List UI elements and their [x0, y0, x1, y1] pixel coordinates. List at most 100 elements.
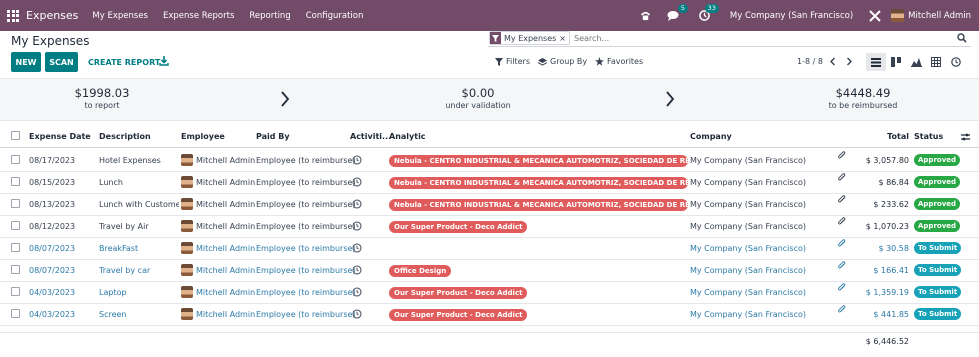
chevron-left-icon[interactable]: [829, 57, 837, 66]
chevron-right-icon[interactable]: [845, 57, 853, 66]
clock-icon[interactable]: 33: [699, 4, 719, 21]
row-checkbox[interactable]: [11, 309, 20, 318]
status-badge: Approved: [914, 154, 961, 166]
kanban-view-icon[interactable]: [886, 53, 906, 71]
cell-expense-date: 04/03/2023: [29, 288, 76, 297]
menu-reporting[interactable]: Reporting: [249, 11, 290, 21]
cell-paid-by: Employee (to reimburse): [256, 178, 356, 187]
activity-clock-icon[interactable]: [352, 309, 362, 319]
grand-total: $ 6,446.52: [865, 337, 909, 346]
activity-clock-icon[interactable]: [352, 177, 362, 187]
cell-expense-date: 08/15/2023: [29, 178, 76, 187]
chat-icon[interactable]: 5: [667, 4, 688, 21]
to-be-reimbursed-summary[interactable]: $4448.49 to be reimbursed: [808, 86, 918, 110]
activity-view-icon[interactable]: [946, 53, 966, 71]
table-row[interactable]: 08/07/2023 Travel by car Mitchell Admin Emp…: [0, 260, 979, 282]
menu-configuration[interactable]: Configuration: [306, 11, 364, 21]
new-button[interactable]: NEW: [11, 52, 41, 72]
filters-dropdown[interactable]: Filters: [495, 57, 530, 66]
scan-button[interactable]: SCAN: [45, 52, 78, 72]
menu-expense-reports[interactable]: Expense Reports: [163, 11, 234, 21]
group-by-label: Group By: [550, 57, 588, 66]
header-paid-by[interactable]: Paid By: [256, 132, 290, 141]
graph-view-icon[interactable]: [906, 53, 926, 71]
paperclip-icon[interactable]: [838, 239, 846, 248]
activity-clock-icon[interactable]: [352, 221, 362, 231]
paperclip-icon[interactable]: [838, 151, 846, 160]
search-icon[interactable]: [957, 33, 967, 45]
header-activities[interactable]: Activiti...: [350, 132, 391, 141]
cell-expense-date: 08/12/2023: [29, 222, 76, 231]
paperclip-icon[interactable]: [838, 195, 846, 204]
paperclip-icon[interactable]: [838, 283, 846, 292]
table-row[interactable]: 08/12/2023 Travel by Air Mitchell Admin Emp…: [0, 216, 979, 238]
user-menu[interactable]: Mitchell Admin: [908, 11, 971, 21]
paperclip-icon[interactable]: [838, 305, 846, 314]
paperclip-icon[interactable]: [838, 173, 846, 182]
cell-employee: Mitchell Admin: [196, 178, 256, 187]
facet-remove-button[interactable]: ×: [559, 34, 569, 43]
activity-clock-icon[interactable]: [352, 265, 362, 275]
apps-grid-icon[interactable]: [7, 9, 19, 22]
header-total[interactable]: Total: [887, 132, 909, 141]
group-by-dropdown[interactable]: Group By: [538, 57, 587, 66]
activity-clock-icon[interactable]: [352, 199, 362, 209]
header-analytic[interactable]: Analytic: [389, 132, 426, 141]
cell-total: $ 1,359.19: [865, 288, 909, 297]
row-checkbox[interactable]: [11, 155, 20, 164]
row-checkbox[interactable]: [11, 221, 20, 230]
table-row[interactable]: 08/15/2023 Lunch Mitchell Admin Employee (t…: [0, 172, 979, 194]
header-description[interactable]: Description: [99, 132, 151, 141]
row-checkbox[interactable]: [11, 177, 20, 186]
validation-label: under validation: [445, 101, 511, 110]
header-company[interactable]: Company: [690, 132, 732, 141]
paperclip-icon[interactable]: [838, 261, 846, 270]
list-view-icon[interactable]: [866, 53, 886, 71]
header-status[interactable]: Status: [914, 132, 943, 141]
activity-clock-icon[interactable]: [352, 287, 362, 297]
select-all-checkbox[interactable]: [11, 131, 20, 140]
under-validation-summary[interactable]: $0.00 under validation: [428, 86, 528, 110]
cell-employee: Mitchell Admin: [196, 310, 256, 319]
header-expense-date[interactable]: Expense Date: [29, 132, 91, 141]
to-report-summary[interactable]: $1998.03 to report: [52, 86, 152, 110]
table-row[interactable]: 08/13/2023 Lunch with Customer Mitchell Ad…: [0, 194, 979, 216]
row-checkbox[interactable]: [11, 199, 20, 208]
activity-clock-icon[interactable]: [352, 243, 362, 253]
table-row[interactable]: 04/03/2023 Laptop Mitchell Admin Employee (…: [0, 282, 979, 304]
pivot-view-icon[interactable]: [926, 53, 946, 71]
table-row[interactable]: 08/07/2023 BreakFast Mitchell Admin Employe…: [0, 238, 979, 260]
activity-badge: 33: [704, 4, 719, 13]
cell-employee: Mitchell Admin: [196, 222, 256, 231]
download-icon[interactable]: [159, 56, 169, 68]
app-name[interactable]: Expenses: [26, 9, 78, 22]
cell-total: $ 166.41: [873, 266, 909, 275]
table-footer: [0, 332, 979, 333]
phone-icon[interactable]: [640, 10, 651, 21]
header-employee[interactable]: Employee: [181, 132, 225, 141]
pager-value[interactable]: 1-8 / 8: [797, 57, 823, 66]
row-checkbox[interactable]: [11, 265, 20, 274]
reimbursed-amount: $4448.49: [835, 86, 891, 100]
settings-toggle-icon[interactable]: [961, 133, 970, 141]
search-bar: My Expenses ×: [488, 30, 971, 47]
expense-summary: $1998.03 to report $0.00 under validatio…: [0, 78, 979, 121]
cell-expense-date: 08/07/2023: [29, 266, 76, 275]
tools-icon[interactable]: [869, 9, 881, 22]
favorites-dropdown[interactable]: Favorites: [595, 57, 643, 66]
analytic-tag: Our Super Product - Deco Addict: [389, 221, 528, 233]
create-report-button[interactable]: CREATE REPORT: [88, 52, 160, 72]
row-checkbox[interactable]: [11, 287, 20, 296]
row-checkbox[interactable]: [11, 243, 20, 252]
user-avatar[interactable]: [891, 9, 905, 22]
activity-clock-icon[interactable]: [352, 155, 362, 165]
menu-my-expenses[interactable]: My Expenses: [92, 11, 148, 21]
company-switcher[interactable]: My Company (San Francisco): [730, 11, 853, 21]
facet-label: My Expenses: [504, 33, 557, 43]
paperclip-icon[interactable]: [838, 217, 846, 226]
search-input[interactable]: [574, 33, 954, 43]
cell-company: My Company (San Francisco): [690, 222, 806, 231]
view-switcher: [866, 53, 966, 71]
table-row[interactable]: 04/03/2023 Screen Mitchell Admin Employee (…: [0, 304, 979, 326]
table-row[interactable]: 08/17/2023 Hotel Expenses Mitchell Admin Em…: [0, 150, 979, 172]
